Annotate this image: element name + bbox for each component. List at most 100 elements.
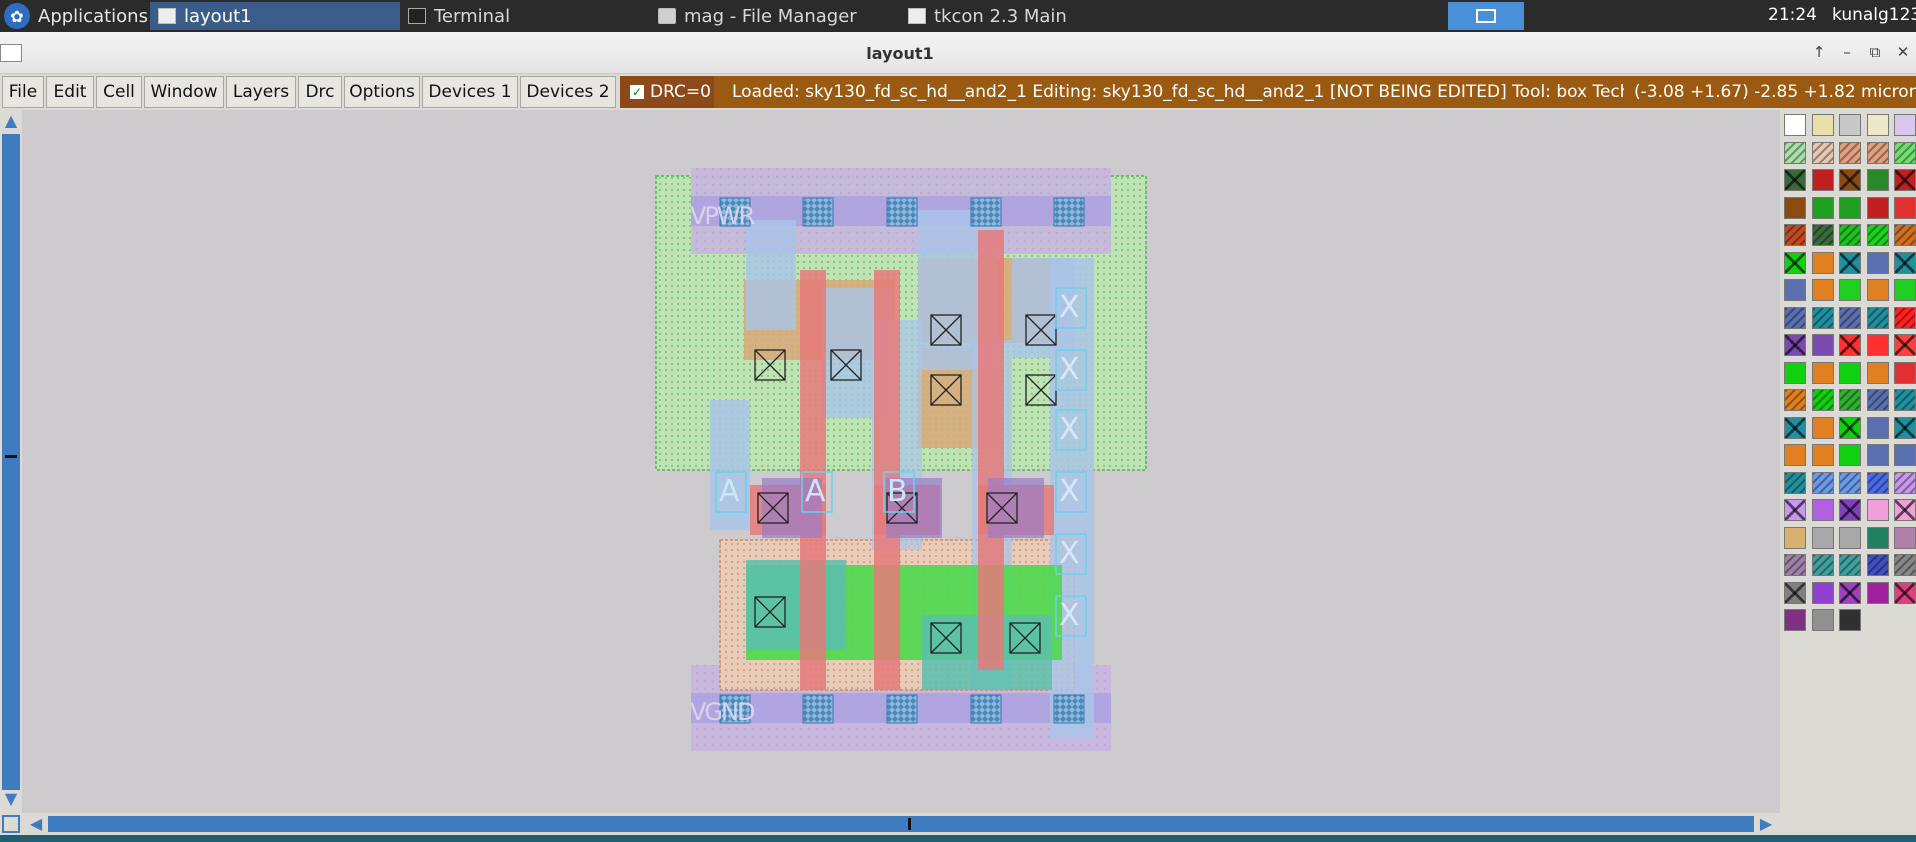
layer-swatch[interactable] xyxy=(1866,471,1889,494)
vertical-scroll-track[interactable] xyxy=(2,134,20,790)
layer-swatch[interactable] xyxy=(1784,334,1806,356)
layer-swatch[interactable] xyxy=(1839,581,1861,604)
layer-swatch[interactable] xyxy=(1811,499,1834,521)
layer-swatch[interactable] xyxy=(1839,471,1861,494)
layer-swatch[interactable] xyxy=(1839,114,1861,136)
layer-swatch[interactable] xyxy=(1894,526,1916,549)
layer-swatch[interactable] xyxy=(1784,361,1806,384)
layer-swatch[interactable] xyxy=(1811,581,1834,604)
layout-canvas[interactable]: VPWR VGND A A B X X X X X X xyxy=(22,110,1780,813)
task-layout1[interactable]: layout1 xyxy=(150,2,400,30)
layer-swatch[interactable] xyxy=(1894,471,1916,494)
menu-drc[interactable]: Drc xyxy=(298,76,342,108)
layer-swatch[interactable] xyxy=(1866,554,1889,576)
layer-swatch[interactable] xyxy=(1894,306,1916,329)
layer-swatch[interactable] xyxy=(1784,444,1806,466)
applications-menu[interactable]: ✿ Applications xyxy=(0,0,148,32)
layer-swatch[interactable] xyxy=(1811,444,1834,466)
layer-swatch[interactable] xyxy=(1866,224,1889,246)
layer-swatch[interactable] xyxy=(1784,114,1806,136)
layer-swatch[interactable] xyxy=(1894,499,1916,521)
layer-swatch[interactable] xyxy=(1784,224,1806,246)
horizontal-scrollbar[interactable]: ◀ ▶ xyxy=(0,813,1780,835)
layer-swatch[interactable] xyxy=(1866,581,1889,604)
vertical-scroll-thumb[interactable] xyxy=(5,455,17,458)
maximize-button[interactable]: ⧉ xyxy=(1864,42,1886,62)
layer-swatch[interactable] xyxy=(1866,499,1889,521)
user-name[interactable]: kunalg123 xyxy=(1832,5,1916,25)
horizontal-scroll-track[interactable] xyxy=(48,816,1754,832)
layer-swatch[interactable] xyxy=(1839,141,1861,164)
menu-cell[interactable]: Cell xyxy=(96,76,142,108)
layer-swatch[interactable] xyxy=(1811,554,1834,576)
workspace-switcher[interactable] xyxy=(1448,2,1524,30)
layer-swatch[interactable] xyxy=(1866,169,1889,191)
layer-swatch[interactable] xyxy=(1866,196,1889,219)
layer-swatch[interactable] xyxy=(1894,416,1916,439)
layer-swatch[interactable] xyxy=(1894,141,1916,164)
layer-swatch[interactable] xyxy=(1894,114,1916,136)
close-button[interactable]: ✕ xyxy=(1892,42,1914,62)
menu-devices-2[interactable]: Devices 2 xyxy=(520,76,616,108)
layer-swatch[interactable] xyxy=(1839,416,1861,439)
layer-swatch[interactable] xyxy=(1784,609,1806,631)
layer-swatch[interactable] xyxy=(1784,169,1806,191)
scroll-left-arrow-icon[interactable]: ◀ xyxy=(26,815,46,833)
layer-swatch[interactable] xyxy=(1894,224,1916,246)
layer-swatch[interactable] xyxy=(1811,196,1834,219)
layer-swatch[interactable] xyxy=(1866,361,1889,384)
layer-swatch[interactable] xyxy=(1839,251,1861,274)
layer-swatch[interactable] xyxy=(1894,444,1916,466)
menu-devices-1[interactable]: Devices 1 xyxy=(422,76,518,108)
task-terminal[interactable]: Terminal xyxy=(400,2,650,30)
menu-window[interactable]: Window xyxy=(144,76,224,108)
layer-swatch[interactable] xyxy=(1894,389,1916,411)
minimize-button[interactable]: – xyxy=(1836,42,1858,62)
task-tkcon[interactable]: tkcon 2.3 Main xyxy=(900,2,1150,30)
layer-swatch[interactable] xyxy=(1894,196,1916,219)
layer-swatch[interactable] xyxy=(1784,471,1806,494)
layer-swatch[interactable] xyxy=(1811,389,1834,411)
layer-swatch[interactable] xyxy=(1839,526,1861,549)
layer-swatch[interactable] xyxy=(1811,334,1834,356)
zoom-box-icon[interactable] xyxy=(2,815,20,833)
scroll-down-arrow-icon[interactable]: ▼ xyxy=(2,790,20,808)
layer-swatch[interactable] xyxy=(1839,444,1861,466)
scroll-up-arrow-icon[interactable]: ▲ xyxy=(2,112,20,130)
layer-swatch[interactable] xyxy=(1866,114,1889,136)
menu-options[interactable]: Options xyxy=(344,76,420,108)
layer-swatch[interactable] xyxy=(1811,416,1834,439)
layer-swatch[interactable] xyxy=(1784,279,1806,301)
layer-swatch[interactable] xyxy=(1811,279,1834,301)
layer-swatch[interactable] xyxy=(1866,334,1889,356)
drc-toggle[interactable]: ✓ DRC=0 xyxy=(620,76,714,108)
layer-swatch[interactable] xyxy=(1894,554,1916,576)
task-file-manager[interactable]: mag - File Manager xyxy=(650,2,900,30)
vertical-scrollbar[interactable]: ▲ ▼ xyxy=(0,110,22,813)
layer-swatch[interactable] xyxy=(1866,444,1889,466)
layer-swatch[interactable] xyxy=(1894,334,1916,356)
menu-file[interactable]: File xyxy=(2,76,44,108)
layer-swatch[interactable] xyxy=(1894,581,1916,604)
window-titlebar[interactable]: layout1 ↑ – ⧉ ✕ xyxy=(0,32,1916,74)
layer-swatch[interactable] xyxy=(1784,526,1806,549)
layer-swatch[interactable] xyxy=(1811,224,1834,246)
layer-swatch[interactable] xyxy=(1839,334,1861,356)
layer-swatch[interactable] xyxy=(1784,251,1806,274)
layer-swatch[interactable] xyxy=(1811,141,1834,164)
layer-swatch[interactable] xyxy=(1811,609,1834,631)
layer-swatch[interactable] xyxy=(1839,499,1861,521)
layer-swatch[interactable] xyxy=(1866,389,1889,411)
layer-swatch[interactable] xyxy=(1784,306,1806,329)
layer-swatch[interactable] xyxy=(1839,609,1861,631)
layer-swatch[interactable] xyxy=(1811,251,1834,274)
layer-swatch[interactable] xyxy=(1811,361,1834,384)
layer-swatch[interactable] xyxy=(1784,389,1806,411)
layer-swatch[interactable] xyxy=(1811,169,1834,191)
layer-swatch[interactable] xyxy=(1894,169,1916,191)
layer-swatch[interactable] xyxy=(1784,196,1806,219)
layer-swatch[interactable] xyxy=(1894,251,1916,274)
layer-swatch[interactable] xyxy=(1866,279,1889,301)
layer-swatch[interactable] xyxy=(1866,416,1889,439)
layer-swatch[interactable] xyxy=(1894,361,1916,384)
